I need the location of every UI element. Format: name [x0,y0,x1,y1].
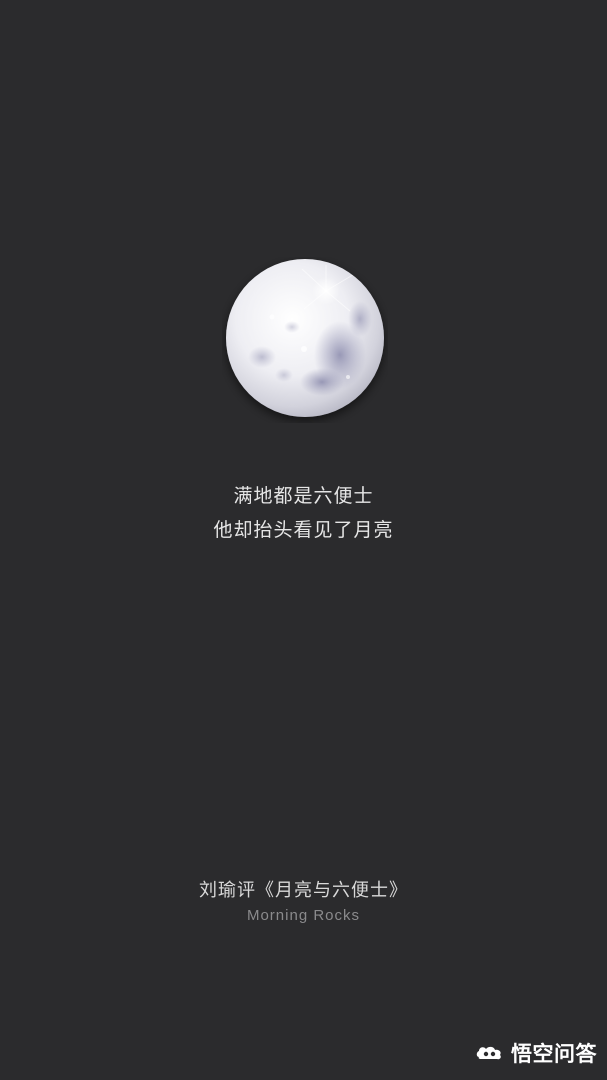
credit-subtitle: Morning Rocks [246,907,361,924]
moon-illustration [222,257,388,423]
wukong-logo-icon [475,1043,505,1063]
poem-line-1: 满地都是六便士 [233,485,374,507]
screen: 满地都是六便士 他却抬头看见了月亮 刘瑜评《月亮与六便士》 Morning Ro… [0,0,607,1080]
credit-title: 刘瑜评《月亮与六便士》 [199,880,408,901]
watermark: 悟空问答 [475,1036,597,1070]
moon-icon [226,259,384,417]
watermark-text: 悟空问答 [511,1042,597,1066]
poem-line-2: 他却抬头看见了月亮 [213,519,394,541]
